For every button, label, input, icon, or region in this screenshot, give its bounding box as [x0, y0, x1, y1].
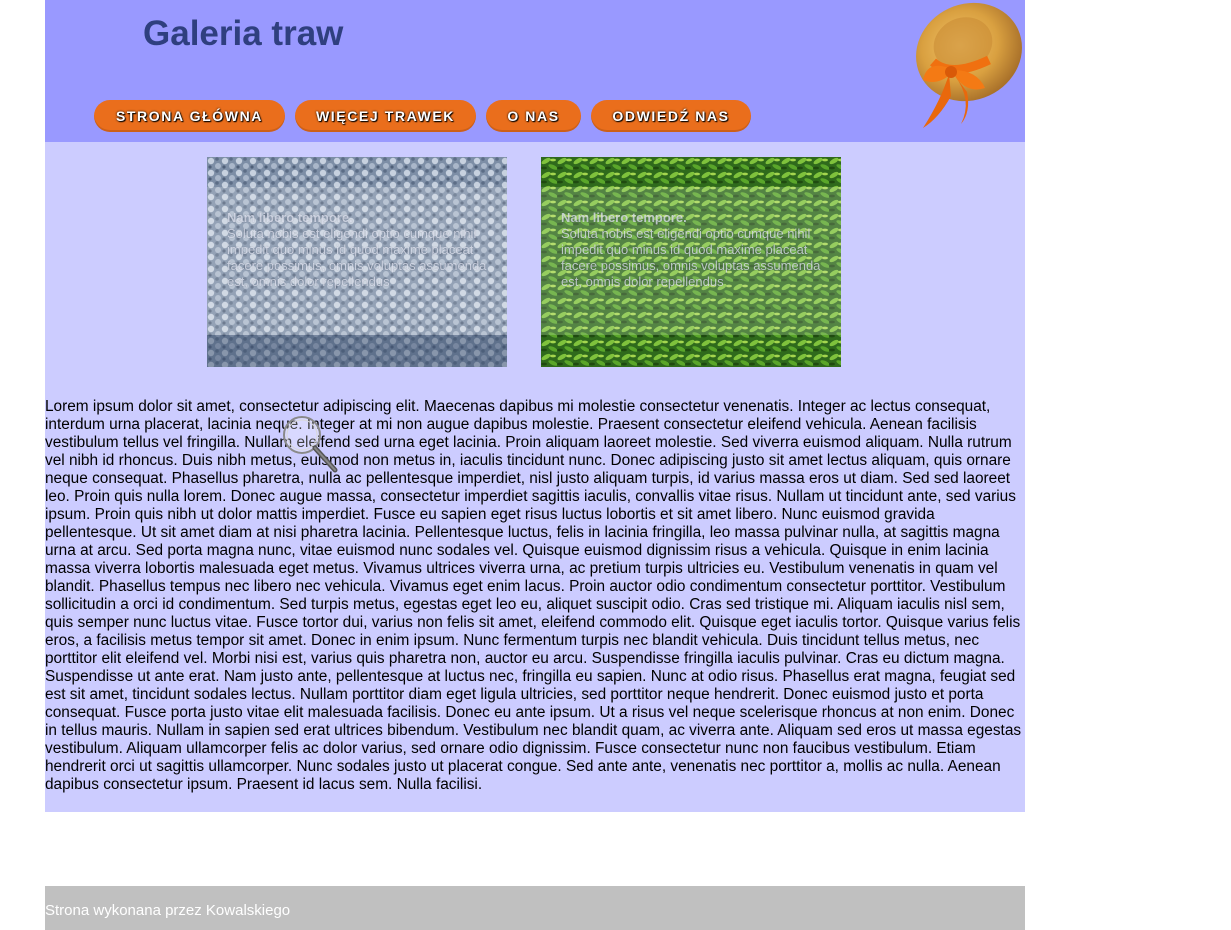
- caption-text: Soluta nobis est eligendi optio cumque n…: [227, 226, 487, 289]
- caption-text: Soluta nobis est eligendi optio cumque n…: [561, 226, 821, 289]
- site-title: Galeria traw: [143, 14, 344, 53]
- nav-button-about[interactable]: O NAS: [486, 100, 581, 132]
- nav-button-home[interactable]: STRONA GŁÓWNA: [94, 100, 285, 132]
- gallery-tile-carpet[interactable]: Nam libero tempore. Soluta nobis est eli…: [207, 157, 507, 367]
- nav-button-visit[interactable]: ODWIEDŹ NAS: [591, 100, 751, 132]
- straw-hat-image: [916, 2, 1022, 128]
- nav-button-more-grass[interactable]: WIĘCEJ TRAWEK: [295, 100, 476, 132]
- image-gallery: Nam libero tempore. Soluta nobis est eli…: [207, 157, 841, 367]
- footer-text: Strona wykonana przez Kowalskiego: [45, 902, 291, 919]
- caption-title: Nam libero tempore.: [561, 210, 687, 225]
- tile-caption: Nam libero tempore. Soluta nobis est eli…: [561, 210, 829, 290]
- main-content: Nam libero tempore. Soluta nobis est eli…: [45, 142, 1025, 812]
- body-text: Lorem ipsum dolor sit amet, consectetur …: [45, 398, 1022, 793]
- tile-caption: Nam libero tempore. Soluta nobis est eli…: [227, 210, 495, 290]
- page: Galeria traw STRONA GŁÓWNA WIĘCEJ TRAWEK…: [45, 0, 1025, 930]
- caption-title: Nam libero tempore.: [227, 210, 353, 225]
- site-header: Galeria traw STRONA GŁÓWNA WIĘCEJ TRAWEK…: [45, 0, 1025, 142]
- main-nav: STRONA GŁÓWNA WIĘCEJ TRAWEK O NAS ODWIED…: [94, 100, 751, 132]
- site-footer: Strona wykonana przez Kowalskiego: [45, 886, 1025, 930]
- gallery-tile-grass[interactable]: Nam libero tempore. Soluta nobis est eli…: [541, 157, 841, 367]
- magnifier-cursor-icon: [283, 416, 338, 473]
